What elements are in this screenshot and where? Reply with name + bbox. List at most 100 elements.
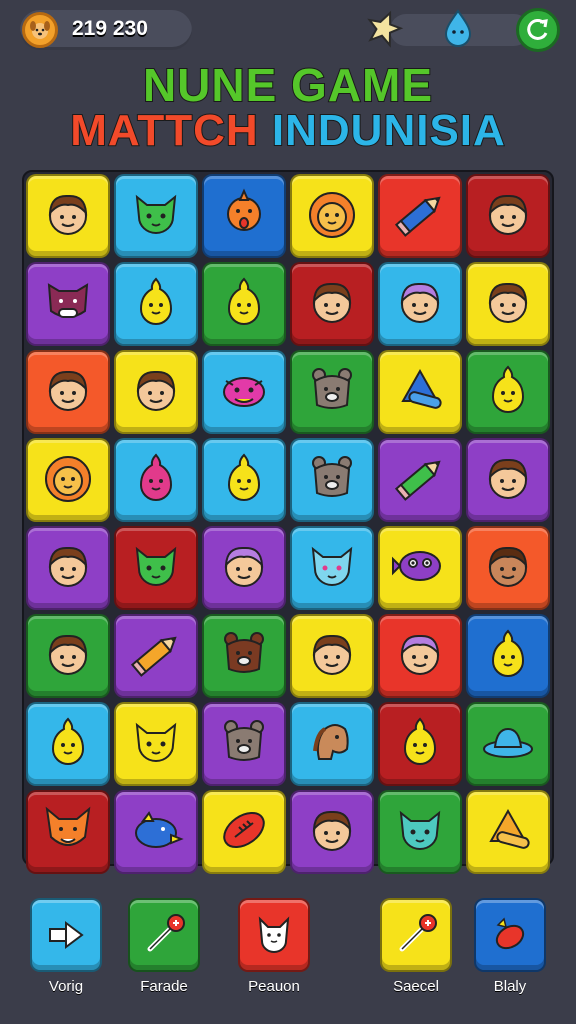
- face-purple-icon: [389, 623, 451, 690]
- tile[interactable]: [290, 526, 374, 610]
- powerup-button-3[interactable]: [238, 898, 310, 972]
- tile[interactable]: [26, 614, 110, 698]
- face-icon: [301, 623, 363, 690]
- chick-icon: [213, 447, 275, 514]
- tile[interactable]: [378, 526, 462, 610]
- tile[interactable]: [290, 790, 374, 874]
- powerup-label: Farade: [140, 978, 188, 995]
- fox-icon: [37, 799, 99, 866]
- play-icon: [42, 909, 90, 962]
- tile[interactable]: [114, 702, 198, 786]
- tile[interactable]: [202, 702, 286, 786]
- tile[interactable]: [114, 438, 198, 522]
- tile[interactable]: [26, 262, 110, 346]
- star-icon[interactable]: [364, 8, 404, 48]
- boar-icon: [37, 271, 99, 338]
- tile[interactable]: [290, 614, 374, 698]
- tile[interactable]: [378, 262, 462, 346]
- powerup-button-2[interactable]: [128, 898, 200, 972]
- face-icon: [477, 271, 539, 338]
- tile[interactable]: [202, 790, 286, 874]
- tile[interactable]: [466, 702, 550, 786]
- purple-fish-icon: [389, 535, 451, 602]
- tile[interactable]: [466, 526, 550, 610]
- refresh-button[interactable]: [516, 8, 560, 52]
- tile[interactable]: [114, 526, 198, 610]
- tile[interactable]: [378, 702, 462, 786]
- tile[interactable]: [378, 350, 462, 434]
- face-icon: [37, 535, 99, 602]
- bear-gray-icon: [301, 359, 363, 426]
- horse-icon: [301, 711, 363, 778]
- bear-brown-icon: [213, 623, 275, 690]
- orange-critter-icon: [213, 183, 275, 250]
- tile[interactable]: [202, 350, 286, 434]
- tile[interactable]: [202, 438, 286, 522]
- tile[interactable]: [202, 174, 286, 258]
- tile[interactable]: [290, 174, 374, 258]
- wand-icon: [140, 909, 188, 962]
- coin-count: 219 230: [72, 17, 148, 40]
- tile[interactable]: [466, 614, 550, 698]
- tile[interactable]: [114, 790, 198, 874]
- tile[interactable]: [202, 262, 286, 346]
- lion-icon: [301, 183, 363, 250]
- tile[interactable]: [290, 702, 374, 786]
- face-icon: [125, 359, 187, 426]
- tile[interactable]: [114, 350, 198, 434]
- pink-chick-icon: [125, 447, 187, 514]
- tile[interactable]: [290, 262, 374, 346]
- tile[interactable]: [26, 526, 110, 610]
- pencil-blue-icon: [389, 183, 451, 250]
- tile[interactable]: [466, 790, 550, 874]
- tile[interactable]: [202, 614, 286, 698]
- cat-green-icon: [125, 535, 187, 602]
- tile[interactable]: [26, 702, 110, 786]
- wand-icon: [392, 909, 440, 962]
- cat-yellow-icon: [125, 711, 187, 778]
- face-icon: [37, 623, 99, 690]
- tile[interactable]: [114, 614, 198, 698]
- hat-blue-icon: [477, 711, 539, 778]
- tile[interactable]: [202, 526, 286, 610]
- tile[interactable]: [26, 174, 110, 258]
- tile[interactable]: [466, 262, 550, 346]
- tile[interactable]: [26, 790, 110, 874]
- pencil-green-icon: [389, 447, 451, 514]
- powerup-button-5[interactable]: [474, 898, 546, 972]
- tile[interactable]: [466, 174, 550, 258]
- powerup-label: Blaly: [493, 978, 527, 995]
- tile[interactable]: [26, 438, 110, 522]
- face-dark-icon: [477, 535, 539, 602]
- face-purple-icon: [213, 535, 275, 602]
- pink-critter-icon: [213, 359, 275, 426]
- chick-icon: [477, 623, 539, 690]
- chick-icon: [37, 711, 99, 778]
- tile[interactable]: [290, 438, 374, 522]
- tile[interactable]: [26, 350, 110, 434]
- tile[interactable]: [114, 262, 198, 346]
- bear-gray-icon: [301, 447, 363, 514]
- tile[interactable]: [378, 614, 462, 698]
- face-purple-icon: [389, 271, 451, 338]
- tile[interactable]: [466, 350, 550, 434]
- tile[interactable]: [290, 350, 374, 434]
- dog-coin-icon: [22, 12, 58, 48]
- powerup-label: Vorig: [48, 978, 84, 995]
- cat-green-icon: [125, 183, 187, 250]
- tile[interactable]: [466, 438, 550, 522]
- tile[interactable]: [378, 790, 462, 874]
- tile[interactable]: [378, 438, 462, 522]
- face-icon: [477, 447, 539, 514]
- drop-icon[interactable]: [438, 8, 478, 48]
- title-word-mattch: MATTCH: [69, 105, 259, 156]
- tile[interactable]: [378, 174, 462, 258]
- tile[interactable]: [114, 174, 198, 258]
- powerup-label: Peauon: [248, 978, 300, 995]
- chick-icon: [125, 271, 187, 338]
- powerup-button-1[interactable]: [30, 898, 102, 972]
- bear-gray-icon: [213, 711, 275, 778]
- tent-blue-icon: [389, 359, 451, 426]
- lion-icon: [37, 447, 99, 514]
- powerup-button-4[interactable]: [380, 898, 452, 972]
